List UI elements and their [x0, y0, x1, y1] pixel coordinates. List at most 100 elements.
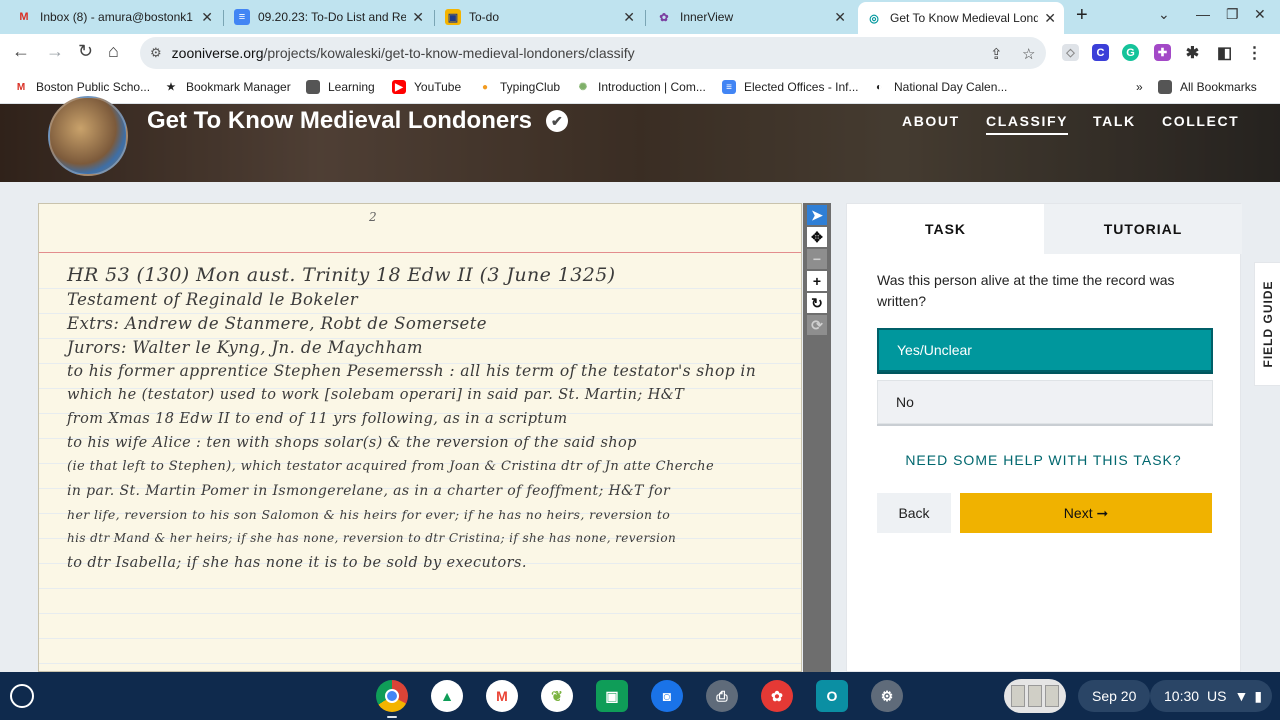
gmail-icon[interactable]: M: [486, 680, 518, 712]
new-tab-button[interactable]: +: [1076, 4, 1088, 27]
youtube-icon: ▶: [392, 80, 406, 94]
outlook-icon[interactable]: O: [816, 680, 848, 712]
browser-tab-strip: M Inbox (8) - amura@bostonk1 ✕ ≡ 09.20.2…: [0, 0, 1280, 34]
minimize-icon[interactable]: —: [1196, 6, 1210, 22]
all-bookmarks-button[interactable]: All Bookmarks: [1158, 80, 1257, 94]
handwritten-line: Jurors: Walter le Kyng, Jn. de Maychham: [67, 338, 423, 357]
menu-kebab-icon[interactable]: ⋮: [1246, 44, 1263, 62]
zoom-out-icon[interactable]: −: [807, 249, 827, 269]
address-bar[interactable]: ⚙ zooniverse.org/projects/kowaleski/get-…: [140, 37, 1046, 69]
tab-gmail[interactable]: M Inbox (8) - amura@bostonk1 ✕: [8, 4, 221, 30]
innerview-icon: ✿: [659, 11, 669, 24]
bookmark-item[interactable]: ● TypingClub: [478, 80, 560, 94]
classroom-icon[interactable]: ▣: [596, 680, 628, 712]
nav-classify[interactable]: CLASSIFY: [986, 113, 1069, 135]
grammarly-icon[interactable]: G: [1122, 44, 1139, 61]
handwritten-line: Testament of Reginald le Bokeler: [67, 290, 359, 309]
field-guide-tab[interactable]: FIELD GUIDE: [1254, 262, 1280, 386]
bookmark-item[interactable]: M Boston Public Scho...: [14, 80, 150, 94]
leaf-app-icon[interactable]: ❦: [541, 680, 573, 712]
tab-divider: [223, 10, 224, 26]
pointer-tool-icon[interactable]: ➤: [807, 205, 827, 225]
back-arrow-icon[interactable]: ←: [12, 41, 30, 62]
forward-arrow-icon[interactable]: →: [46, 41, 64, 62]
tab-innerview[interactable]: ✿ InnerView ✕: [648, 4, 854, 30]
site-info-icon[interactable]: ⚙: [150, 45, 162, 61]
extension-puzzle-color-icon[interactable]: ✚: [1154, 44, 1171, 61]
chrome-icon[interactable]: [376, 680, 408, 718]
gmail-icon: M: [16, 81, 26, 93]
project-avatar[interactable]: [48, 96, 128, 176]
bookmark-item[interactable]: ★ Bookmark Manager: [164, 80, 291, 94]
paint-icon[interactable]: ✿: [761, 680, 793, 712]
close-tab-icon[interactable]: ✕: [412, 9, 424, 26]
handwritten-line: (ie that left to Stephen), which testato…: [67, 459, 715, 474]
docs-icon: ≡: [722, 80, 736, 94]
need-help-link[interactable]: NEED SOME HELP WITH THIS TASK?: [847, 452, 1240, 468]
back-button[interactable]: Back: [877, 493, 951, 533]
tab-tutorial[interactable]: TUTORIAL: [1044, 204, 1242, 254]
reload-icon[interactable]: ↻: [78, 41, 93, 62]
nav-talk[interactable]: TALK: [1093, 113, 1136, 129]
os-shelf: ▲ M ❦ ▣ ◙ ⎙ ✿ O ⚙ Sep 20 10:30 US ▼ ▮: [0, 672, 1280, 720]
date-tray[interactable]: Sep 20: [1078, 680, 1151, 712]
launcher-icon[interactable]: [10, 684, 34, 708]
course-icon: ✺: [578, 81, 588, 93]
bookmark-star-icon[interactable]: ☆: [1022, 45, 1035, 63]
bookmarks-overflow-button[interactable]: »: [1136, 80, 1143, 94]
extension-c-icon[interactable]: C: [1092, 44, 1109, 61]
status-tray[interactable]: 10:30 US ▼ ▮: [1150, 680, 1272, 712]
running-indicator: [387, 716, 397, 718]
camera-icon[interactable]: ◙: [651, 680, 683, 712]
tab-divider: [645, 10, 646, 26]
bookmark-label: Boston Public Scho...: [36, 80, 151, 94]
handwritten-line: in par. St. Martin Pomer in Ismongerelan…: [67, 483, 671, 499]
bookmark-label: Learning: [328, 80, 375, 94]
tab-title: Get To Know Medieval Londo: [890, 11, 1039, 25]
tab-todo[interactable]: ▣ To-do ✕: [437, 4, 643, 30]
handwritten-line: to dtr Isabella; if she has none it is t…: [67, 555, 527, 571]
bookmark-item[interactable]: ≡ Elected Offices - Inf...: [722, 80, 859, 94]
move-tool-icon[interactable]: ✥: [807, 227, 827, 247]
restore-icon[interactable]: ❐: [1226, 6, 1239, 23]
drive-icon[interactable]: ▲: [431, 680, 463, 712]
settings-icon[interactable]: ⚙: [871, 680, 903, 712]
close-tab-icon[interactable]: ✕: [1044, 10, 1056, 27]
close-tab-icon[interactable]: ✕: [834, 9, 846, 26]
bookmark-item[interactable]: ▶ YouTube: [392, 80, 461, 94]
handwritten-line: to his wife Alice : ten with shops solar…: [67, 435, 637, 451]
zoom-in-icon[interactable]: +: [807, 271, 827, 291]
close-window-icon[interactable]: ✕: [1254, 6, 1266, 23]
nav-collect[interactable]: COLLECT: [1162, 113, 1239, 129]
home-icon[interactable]: ⌂: [108, 41, 119, 62]
close-tab-icon[interactable]: ✕: [623, 9, 635, 26]
bookmark-item[interactable]: Learning: [306, 80, 375, 94]
answer-label: Yes/Unclear: [897, 342, 972, 358]
page-number: 2: [369, 210, 377, 224]
reset-icon[interactable]: ⟳: [807, 315, 827, 335]
side-panel-icon[interactable]: ◧: [1216, 44, 1233, 62]
bookmark-item[interactable]: ◐ National Day Calen...: [872, 80, 1007, 94]
answer-no[interactable]: No: [877, 380, 1213, 424]
tab-task[interactable]: TASK: [847, 204, 1044, 254]
close-tab-icon[interactable]: ✕: [201, 9, 213, 26]
bookmark-item[interactable]: ✺ Introduction | Com...: [576, 80, 706, 94]
handwritten-line: his dtr Mand & her heirs; if she has non…: [67, 531, 677, 545]
subject-image[interactable]: 2 HR 53 (130) Mon aust. Trinity 18 Edw I…: [38, 203, 802, 672]
tote-icon[interactable]: [1004, 679, 1066, 713]
tab-zooniverse[interactable]: ◎ Get To Know Medieval Londo ✕: [858, 2, 1064, 34]
extensions-icon[interactable]: ✱: [1184, 44, 1201, 62]
rotate-icon[interactable]: ↻: [807, 293, 827, 313]
printer-icon[interactable]: ⎙: [706, 680, 738, 712]
bookmark-label: TypingClub: [500, 80, 561, 94]
answer-label: No: [896, 394, 914, 410]
share-icon[interactable]: ⇪: [990, 45, 1003, 63]
tab-search-icon[interactable]: ⌄: [1158, 6, 1170, 23]
shield-icon[interactable]: ◇: [1062, 44, 1079, 61]
project-title-link[interactable]: Get To Know Medieval Londoners ✔: [147, 107, 568, 135]
nav-about[interactable]: ABOUT: [902, 113, 960, 129]
browser-toolbar: ← → ↻ ⌂ ⚙ zooniverse.org/projects/kowale…: [0, 34, 1280, 72]
answer-yes-unclear[interactable]: Yes/Unclear: [877, 328, 1213, 372]
next-button[interactable]: Next ➞: [960, 493, 1212, 533]
tab-docs[interactable]: ≡ 09.20.23: To-Do List and Re ✕: [226, 4, 432, 30]
